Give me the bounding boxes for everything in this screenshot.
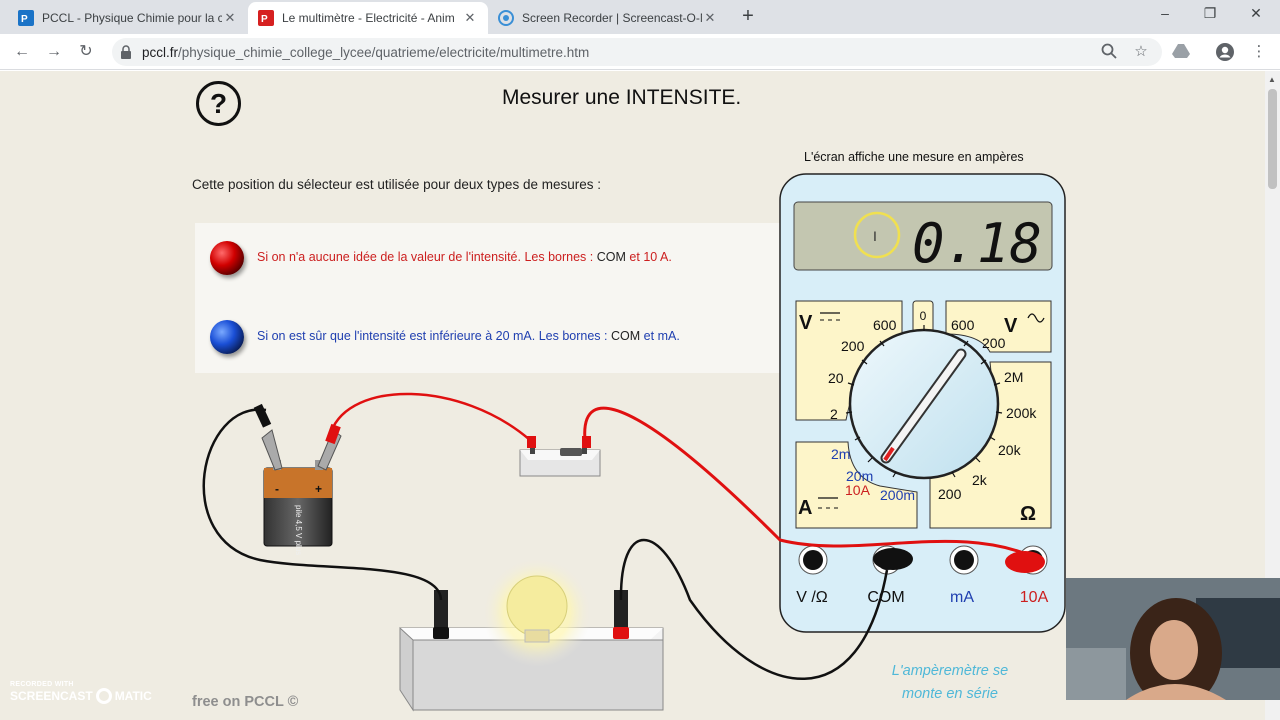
ohm-symbol: Ω xyxy=(1020,503,1036,525)
terminal-ma[interactable] xyxy=(954,550,974,570)
amp-symbol: A xyxy=(798,497,812,519)
range-label: 200 xyxy=(841,338,865,354)
scrollbar-thumb[interactable] xyxy=(1268,89,1277,189)
lamp-holder xyxy=(399,557,664,712)
scroll-up-icon[interactable]: ▲ xyxy=(1268,75,1276,84)
record-icon xyxy=(95,688,112,704)
lcd-reading: 0.18 xyxy=(912,212,1042,275)
range-label: 200 xyxy=(982,335,1006,351)
range-label: 10A xyxy=(845,482,871,498)
range-label: 600 xyxy=(873,317,897,333)
vac-symbol: V xyxy=(1004,315,1018,337)
range-label: 200m xyxy=(880,487,915,503)
range-label: 20k xyxy=(998,442,1022,458)
range-label: 200 xyxy=(938,486,962,502)
range-label: 200k xyxy=(1006,405,1037,421)
bulb-icon xyxy=(506,575,568,637)
battery: - + pile 4,5 V plus xyxy=(263,460,333,555)
terminal-label: V /Ω xyxy=(796,589,828,606)
series-note: L'ampèremètre se monte en série xyxy=(891,663,1009,702)
vdc-symbol: V xyxy=(799,312,813,334)
range-label: 20 xyxy=(828,370,844,386)
range-label: 2m xyxy=(831,446,850,462)
battery-label: pile 4,5 V plus xyxy=(294,505,303,555)
text-cursor-icon: I xyxy=(873,228,877,244)
terminal-label: mA xyxy=(950,589,974,606)
presenter-image xyxy=(1066,578,1280,700)
screencast-watermark: RECORDED WITH SCREENCAST MATIC xyxy=(10,681,152,704)
range-label: 2k xyxy=(972,472,988,488)
battery-minus: - xyxy=(275,482,279,496)
range-label: 2 xyxy=(830,406,838,422)
battery-plus: + xyxy=(315,482,322,496)
footer-credit[interactable]: free on PCCL © xyxy=(192,694,298,710)
off-position: 0 xyxy=(920,309,927,323)
terminal-label: 10A xyxy=(1020,589,1049,606)
terminal-label: COM xyxy=(867,589,904,606)
range-label: 2M xyxy=(1004,369,1023,385)
terminal-v-ohm[interactable] xyxy=(803,550,823,570)
webcam-overlay xyxy=(1066,578,1280,700)
range-label: 600 xyxy=(951,317,975,333)
